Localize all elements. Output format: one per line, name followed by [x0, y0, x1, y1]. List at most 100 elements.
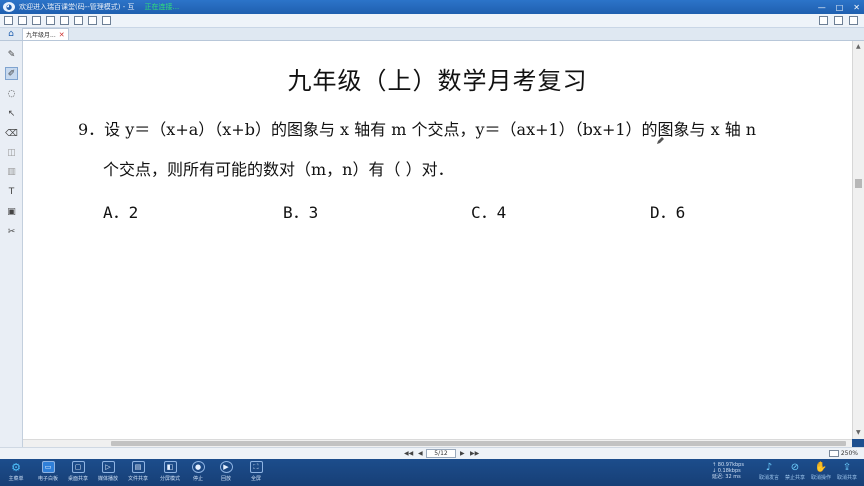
- whiteboard-canvas[interactable]: 九年级（上）数学月考复习 9．设 y＝（x+a）（x+b）的图象与 x 轴有 m…: [23, 41, 852, 439]
- marker-icon[interactable]: ✐: [5, 67, 18, 80]
- image-icon[interactable]: [74, 16, 83, 25]
- forbid-share-label: 禁止共享: [784, 475, 805, 481]
- drawing-tool-palette: ✎ ✐ ◌ ↖ ⌫ ◫ ▥ T ▣ ✂: [0, 41, 23, 459]
- print-icon[interactable]: [46, 16, 55, 25]
- home-icon[interactable]: ⌂: [0, 28, 22, 40]
- document-tab[interactable]: 九年级月... ✕: [22, 28, 69, 40]
- document-tab-bar: ⌂ 九年级月... ✕: [0, 28, 864, 41]
- text-tool-icon[interactable]: T: [5, 185, 18, 198]
- option-d: D．6: [650, 203, 686, 222]
- undo-icon[interactable]: [60, 16, 69, 25]
- cancel-speak-button[interactable]: ♪ 取消发言: [756, 462, 782, 481]
- desktop-icon: ▢: [71, 461, 85, 473]
- window-title: 欢迎进入瑞百课堂(码--管理模式) - 互: [19, 3, 135, 11]
- main-menu-button[interactable]: ⚙ 主菜单: [0, 460, 32, 483]
- cancel-share-button[interactable]: ⇪ 取消共享: [834, 462, 860, 481]
- fullscreen-label: 全屏: [250, 476, 261, 482]
- option-c: C．4: [471, 203, 507, 222]
- media-icon: ▷: [101, 461, 115, 473]
- eraser-icon[interactable]: ⌫: [5, 127, 18, 140]
- toolbar-right-group: [819, 16, 858, 25]
- zoom-box-icon: [828, 450, 839, 457]
- latency: 延迟: 32 ms: [712, 474, 741, 480]
- layout-icon[interactable]: [834, 16, 843, 25]
- app-window: ◕ 欢迎进入瑞百课堂(码--管理模式) - 互 正在连接... — □ ✕ ⌂ …: [0, 0, 864, 486]
- save-icon[interactable]: [32, 16, 41, 25]
- maximize-button[interactable]: □: [836, 3, 844, 12]
- scroll-down-icon[interactable]: ▼: [856, 429, 861, 436]
- fullscreen-button[interactable]: ⛶ 全屏: [240, 461, 272, 482]
- close-window-button[interactable]: ✕: [853, 3, 860, 12]
- shape-icon[interactable]: ◫: [5, 146, 18, 159]
- document-tab-label: 九年级月...: [26, 32, 56, 39]
- microphone-icon: ♪: [765, 462, 773, 473]
- cancel-speak-label: 取消发言: [758, 475, 779, 481]
- zoom-level: 250%: [840, 450, 858, 457]
- open-folder-icon[interactable]: [18, 16, 27, 25]
- file-icon: ▤: [131, 461, 145, 473]
- pen-cursor-icon: [657, 137, 664, 144]
- next-page-icon[interactable]: ▶: [460, 450, 465, 457]
- export-icon[interactable]: [88, 16, 97, 25]
- page-indicator[interactable]: 5/12: [426, 449, 456, 458]
- media-play-button[interactable]: ▷ 媒体播放: [92, 461, 124, 482]
- option-a: A．2: [103, 203, 139, 222]
- window-controls: — □ ✕: [818, 0, 860, 14]
- pointer-icon[interactable]: ↖: [5, 107, 18, 120]
- vertical-scroll-thumb[interactable]: [855, 179, 862, 188]
- scissors-icon[interactable]: ✂: [5, 225, 18, 238]
- horizontal-scroll-thumb[interactable]: [111, 441, 846, 446]
- page-navigation-bar: ◀◀ ◀ 5/12 ▶ ▶▶ 250%: [0, 447, 864, 459]
- screen-icon[interactable]: [819, 16, 828, 25]
- main-menu-label: 主菜单: [8, 476, 24, 482]
- minimize-button[interactable]: —: [818, 3, 826, 12]
- share-icon: ⇪: [842, 462, 852, 473]
- delete-icon[interactable]: ▥: [5, 165, 18, 178]
- gear-icon: ⚙: [11, 460, 21, 474]
- horizontal-scrollbar[interactable]: [23, 439, 852, 447]
- network-stats: ↑ 80.97kbps ↓ 0.18kbps 延迟: 32 ms: [712, 462, 744, 480]
- stop-label: 停止: [192, 476, 203, 482]
- forbid-share-button[interactable]: ⊘ 禁止共享: [782, 462, 808, 481]
- file-share-button[interactable]: ▤ 文件共享: [122, 461, 154, 482]
- desktop-share-label: 桌面共享: [67, 476, 88, 482]
- whiteboard-icon: ▭: [41, 461, 55, 473]
- stop-icon: ●: [191, 461, 205, 473]
- first-page-icon[interactable]: ◀◀: [404, 450, 413, 457]
- split-screen-icon: ◧: [163, 461, 177, 473]
- new-file-icon[interactable]: [4, 16, 13, 25]
- playback-button[interactable]: ▶ 回放: [210, 461, 242, 482]
- zoom-control[interactable]: 250%: [828, 449, 858, 458]
- settings-gear-icon[interactable]: [102, 16, 111, 25]
- whiteboard-label: 电子白板: [37, 476, 58, 482]
- main-toolbar: [0, 14, 864, 28]
- media-play-label: 媒体播放: [97, 476, 118, 482]
- lasso-icon[interactable]: ◌: [5, 87, 18, 100]
- scroll-up-icon[interactable]: ▲: [856, 43, 861, 50]
- split-screen-label: 分屏模式: [159, 476, 180, 482]
- desktop-share-button[interactable]: ▢ 桌面共享: [62, 461, 94, 482]
- pen-icon[interactable]: ✎: [5, 48, 18, 61]
- close-tab-icon[interactable]: ✕: [59, 31, 65, 39]
- title-bar: ◕ 欢迎进入瑞百课堂(码--管理模式) - 互 正在连接... — □ ✕: [0, 0, 864, 14]
- window-icon[interactable]: [849, 16, 858, 25]
- playback-label: 回放: [220, 476, 231, 482]
- cancel-operation-label: 取消操作: [810, 475, 831, 481]
- whiteboard-button[interactable]: ▭ 电子白板: [32, 461, 64, 482]
- vertical-scrollbar[interactable]: ▲ ▼: [852, 41, 864, 439]
- question-line-2: 个交点，则所有可能的数对（m，n）有（ ）对．: [103, 160, 454, 179]
- cancel-operation-button[interactable]: ✋ 取消操作: [808, 462, 834, 481]
- hand-icon: ✋: [814, 462, 828, 473]
- fullscreen-icon: ⛶: [249, 461, 263, 473]
- play-icon: ▶: [219, 461, 233, 473]
- question-line-1: 9．设 y＝（x+a）（x+b）的图象与 x 轴有 m 个交点，y＝（ax+1）…: [78, 120, 757, 139]
- file-share-label: 文件共享: [127, 476, 148, 482]
- picture-icon[interactable]: ▣: [5, 205, 18, 218]
- option-b: B．3: [283, 203, 319, 222]
- app-logo-icon: ◕: [3, 2, 15, 12]
- connection-status: 正在连接...: [144, 3, 180, 11]
- cancel-share-label: 取消共享: [836, 475, 857, 481]
- prev-page-icon[interactable]: ◀: [418, 450, 423, 457]
- last-page-icon[interactable]: ▶▶: [470, 450, 479, 457]
- bottom-taskbar: ⚙ 主菜单 ▭ 电子白板 ▢ 桌面共享 ▷ 媒体播放 ▤ 文件共享 ◧ 分屏模式…: [0, 459, 864, 486]
